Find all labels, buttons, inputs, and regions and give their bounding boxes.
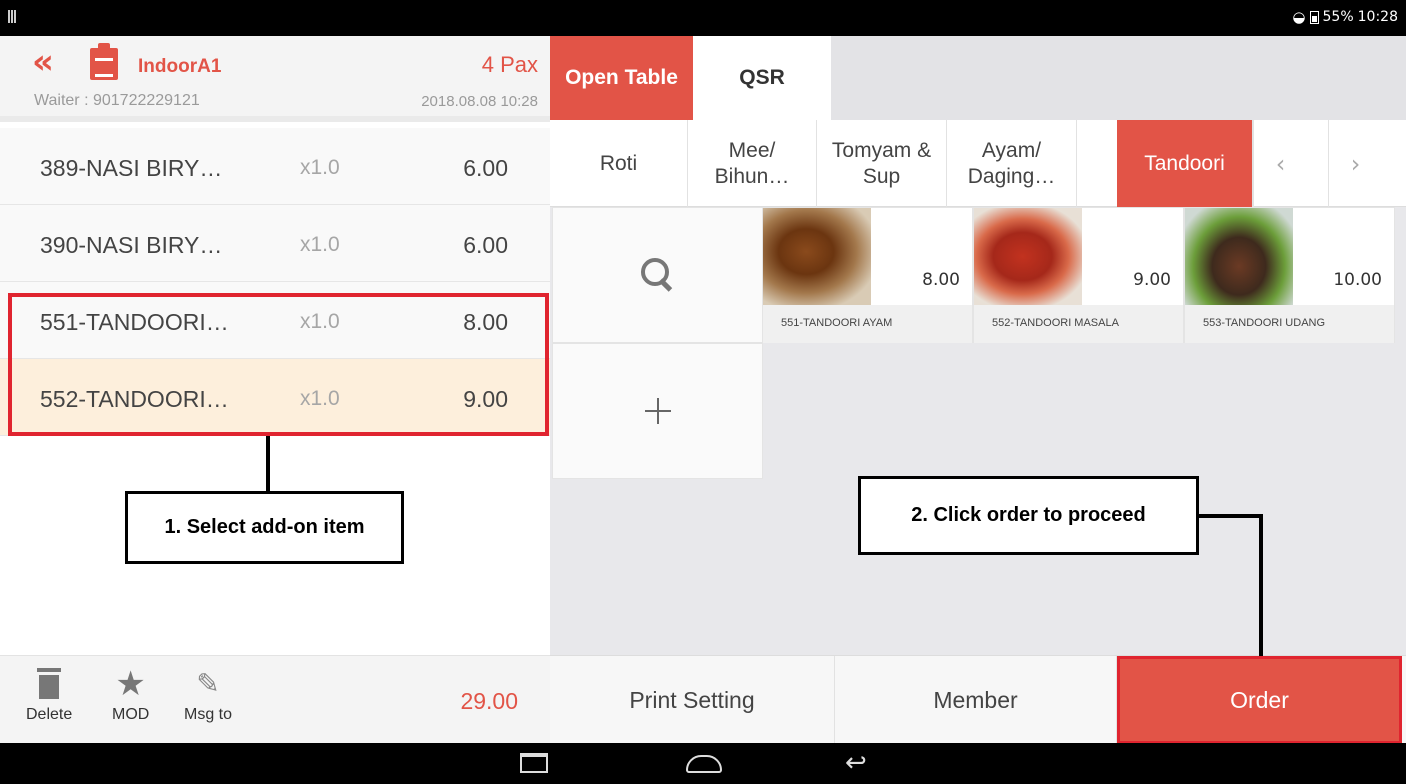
home-icon[interactable]	[686, 755, 722, 773]
star-icon: ★	[115, 664, 146, 704]
step1-callout: 1. Select add-on item	[125, 491, 404, 564]
order-footer: Delete ★ MOD ✎ Msg to 29.00	[0, 655, 550, 743]
order-button[interactable]: Order	[1117, 656, 1402, 744]
product-price: 9.00	[1133, 270, 1171, 290]
category-tomyam-sup[interactable]: Tomyam & Sup	[817, 120, 947, 207]
product-card[interactable]: 10.00 553-TANDOORI UDANG	[1184, 207, 1395, 343]
battery-icon	[1309, 10, 1319, 24]
product-image	[763, 208, 871, 305]
member-button[interactable]: Member	[835, 656, 1117, 744]
order-item-row[interactable]: 389-NASI BIRY… x1.0 6.00	[0, 128, 550, 205]
order-total: 29.00	[460, 688, 518, 714]
product-image	[1185, 208, 1293, 305]
back-icon[interactable]: ↩	[845, 748, 867, 778]
mode-tabs: Open Table QSR	[550, 36, 1406, 120]
callout-line	[1199, 514, 1263, 518]
waiter-label: Waiter : 901722229121	[34, 92, 200, 109]
notification-icon	[8, 10, 18, 23]
back-double-chevron-icon[interactable]: «	[32, 44, 54, 80]
battery-level: 55%	[1322, 9, 1354, 25]
delete-label: Delete	[26, 706, 73, 723]
order-item-row[interactable]: 390-NASI BIRY… x1.0 6.00	[0, 205, 550, 282]
order-item-qty: x1.0	[300, 233, 340, 256]
category-bar: Roti Mee/ Bihun… Tomyam & Sup Ayam/ Dagi…	[550, 120, 1406, 207]
plus-icon	[644, 398, 671, 424]
table-name[interactable]: IndoorA1	[138, 56, 221, 78]
order-item-qty: x1.0	[300, 156, 340, 179]
callout-line	[1259, 514, 1263, 656]
status-indicators: ◒ 55% 10:28	[1292, 8, 1398, 26]
add-on-highlight	[8, 293, 549, 436]
mod-label: MOD	[112, 706, 150, 723]
mod-button[interactable]: ★ MOD	[112, 666, 149, 724]
product-name: 553-TANDOORI UDANG	[1185, 305, 1394, 343]
recent-apps-icon[interactable]	[520, 753, 548, 773]
category-label: Mee/ Bihun…	[714, 139, 790, 188]
category-ayam-daging[interactable]: Ayam/ Daging…	[947, 120, 1077, 207]
order-item-price: 6.00	[463, 232, 508, 258]
clock: 10:28	[1357, 9, 1398, 25]
print-setting-button[interactable]: Print Setting	[550, 656, 835, 744]
clipboard-icon	[90, 43, 118, 80]
product-card[interactable]: 8.00 551-TANDOORI AYAM	[762, 207, 973, 343]
product-name: 551-TANDOORI AYAM	[763, 305, 972, 343]
order-item-name: 390-NASI BIRY…	[40, 232, 223, 258]
order-item-name: 389-NASI BIRY…	[40, 155, 223, 181]
product-price: 10.00	[1333, 270, 1382, 290]
tab-qsr[interactable]: QSR	[693, 36, 831, 120]
wifi-icon: ◒	[1292, 8, 1306, 26]
pencil-icon: ✎	[196, 667, 220, 700]
msg-to-button[interactable]: ✎ Msg to	[184, 666, 232, 724]
category-label: Tomyam & Sup	[831, 139, 932, 188]
category-roti[interactable]: Roti	[550, 120, 688, 207]
search-icon	[639, 256, 677, 294]
delete-button[interactable]: Delete	[26, 666, 72, 724]
trash-icon	[36, 666, 62, 702]
category-tandoori[interactable]: Tandoori	[1117, 120, 1253, 207]
status-bar: ◒ 55% 10:28	[0, 0, 1406, 36]
category-next-icon[interactable]: ›	[1328, 120, 1382, 207]
order-datetime: 2018.08.08 10:28	[421, 93, 538, 110]
pax-count[interactable]: 4 Pax	[482, 52, 538, 78]
category-label: Ayam/ Daging…	[967, 139, 1056, 188]
product-price: 8.00	[922, 270, 960, 290]
callout-line	[266, 436, 270, 492]
action-bar: Print Setting Member Order	[550, 655, 1406, 744]
order-header: « IndoorA1 4 Pax Waiter : 901722229121 2…	[0, 36, 550, 122]
category-prev-icon[interactable]: ‹	[1253, 120, 1307, 207]
navigation-bar: ↩	[0, 743, 1406, 784]
product-card[interactable]: 9.00 552-TANDOORI MASALA	[973, 207, 1184, 343]
category-label: Roti	[599, 151, 638, 175]
add-item-button[interactable]	[552, 343, 763, 479]
step2-callout: 2. Click order to proceed	[858, 476, 1199, 555]
menu-panel: Open Table QSR Roti Mee/ Bihun… Tomyam &…	[550, 36, 1406, 744]
search-button[interactable]	[552, 207, 763, 343]
category-mee-bihun[interactable]: Mee/ Bihun…	[688, 120, 817, 207]
category-label: Tandoori	[1144, 151, 1225, 175]
msg-to-label: Msg to	[184, 706, 233, 723]
tab-open-table[interactable]: Open Table	[550, 36, 693, 120]
product-image	[974, 208, 1082, 305]
order-item-price: 6.00	[463, 155, 508, 181]
product-name: 552-TANDOORI MASALA	[974, 305, 1183, 343]
